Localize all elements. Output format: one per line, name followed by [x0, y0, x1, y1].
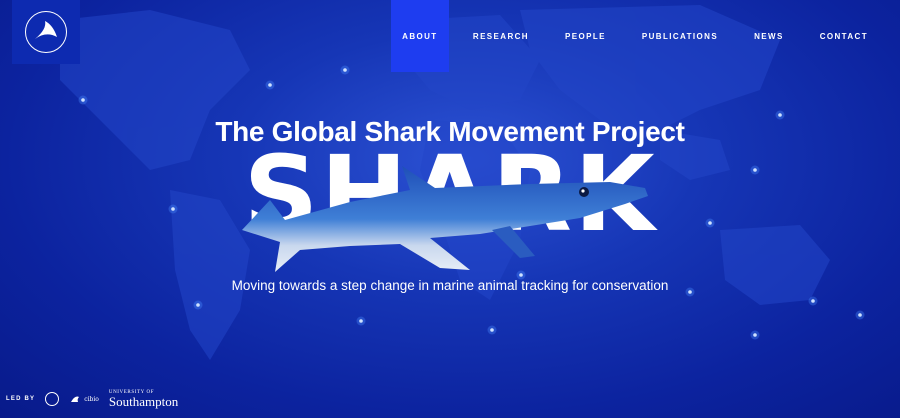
university-of-southampton-logo[interactable]: UNIVERSITY OF Southampton	[109, 390, 178, 408]
tracking-dot-icon	[750, 330, 760, 340]
main-nav: ABOUT RESEARCH PEOPLE PUBLICATIONS NEWS …	[390, 0, 886, 72]
nav-item-news[interactable]: NEWS	[736, 0, 802, 72]
nav-item-publications[interactable]: PUBLICATIONS	[624, 0, 736, 72]
cibio-bird-icon	[71, 396, 80, 402]
nav-item-contact[interactable]: CONTACT	[802, 0, 886, 72]
nav-item-research[interactable]: RESEARCH	[455, 0, 547, 72]
mba-logo-icon[interactable]	[45, 392, 60, 406]
tracking-dot-icon	[265, 80, 275, 90]
cibio-logo[interactable]: cibio	[69, 393, 99, 405]
tracking-dot-icon	[808, 296, 818, 306]
hero-section: ABOUT RESEARCH PEOPLE PUBLICATIONS NEWS …	[0, 0, 900, 418]
tracking-dot-icon	[193, 300, 203, 310]
tracking-dot-icon	[356, 316, 366, 326]
nav-item-about[interactable]: ABOUT	[390, 0, 449, 72]
nav-item-people[interactable]: PEOPLE	[547, 0, 624, 72]
tracking-dot-icon	[78, 95, 88, 105]
university-main-label: Southampton	[108, 394, 179, 409]
partners-footer: LED BY cibio UNIVERSITY OF Southampton	[6, 390, 178, 408]
tracking-dot-icon	[487, 325, 497, 335]
tracking-dot-icon	[340, 65, 350, 75]
blue-shark-image	[242, 166, 648, 272]
cibio-label: cibio	[84, 395, 99, 403]
site-logo[interactable]	[12, 0, 80, 64]
tracking-dot-icon	[855, 310, 865, 320]
hero-subtitle: Moving towards a step change in marine a…	[231, 278, 669, 293]
led-by-label: LED BY	[6, 396, 36, 402]
shark-fin-logo-icon	[25, 11, 67, 53]
